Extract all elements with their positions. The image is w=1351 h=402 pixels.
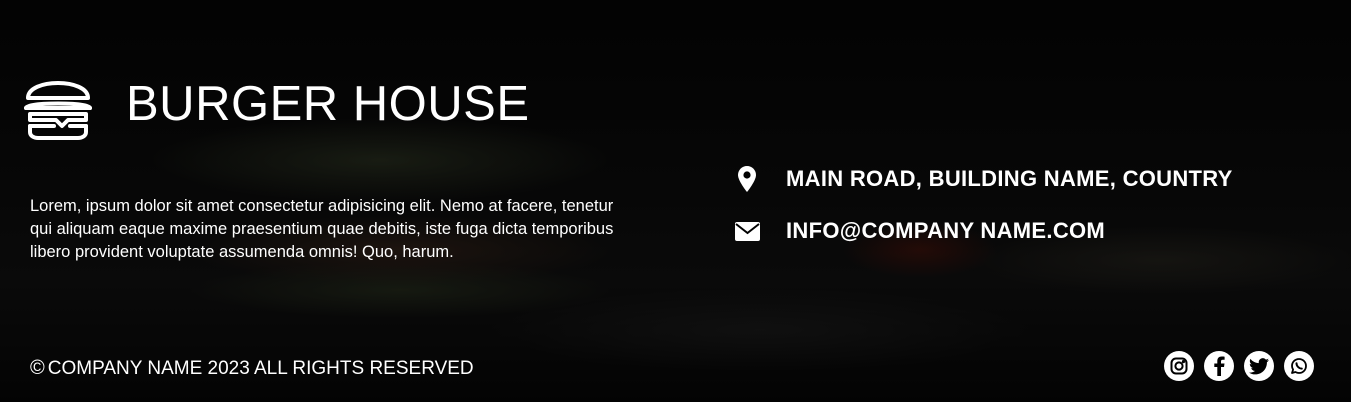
about-text: Lorem, ipsum dolor sit amet consectetur …: [30, 197, 614, 261]
twitter-icon: [1249, 357, 1269, 374]
address-row: MAIN ROAD, BUILDING NAME, COUNTRY: [734, 160, 1233, 198]
email-row[interactable]: INFO@COMPANY NAME.COM: [734, 212, 1233, 250]
copyright-text: COMPANY NAME 2023 ALL RIGHTS RESERVED: [47, 357, 474, 379]
instagram-link[interactable]: [1164, 351, 1194, 381]
social-links: [1164, 351, 1314, 381]
twitter-link[interactable]: [1244, 351, 1274, 381]
map-pin-icon: [734, 166, 760, 192]
copyright: © COMPANY NAME 2023 ALL RIGHTS RESERVED: [30, 357, 474, 380]
email-text[interactable]: INFO@COMPANY NAME.COM: [786, 218, 1105, 244]
contact-info: MAIN ROAD, BUILDING NAME, COUNTRY INFO@C…: [734, 160, 1233, 264]
envelope-icon: [734, 221, 760, 241]
facebook-link[interactable]: [1204, 351, 1234, 381]
address-text: MAIN ROAD, BUILDING NAME, COUNTRY: [786, 166, 1233, 191]
whatsapp-icon: [1291, 358, 1307, 374]
brand: BURGER HOUSE: [24, 68, 530, 140]
whatsapp-link[interactable]: [1284, 351, 1314, 381]
instagram-icon: [1170, 357, 1188, 375]
footer-section: BURGER HOUSE Lorem, ipsum dolor sit amet…: [0, 0, 1351, 402]
facebook-icon: [1214, 356, 1225, 376]
copyright-symbol: ©: [30, 357, 45, 379]
burger-icon: [24, 81, 92, 140]
brand-title: BURGER HOUSE: [126, 76, 530, 131]
